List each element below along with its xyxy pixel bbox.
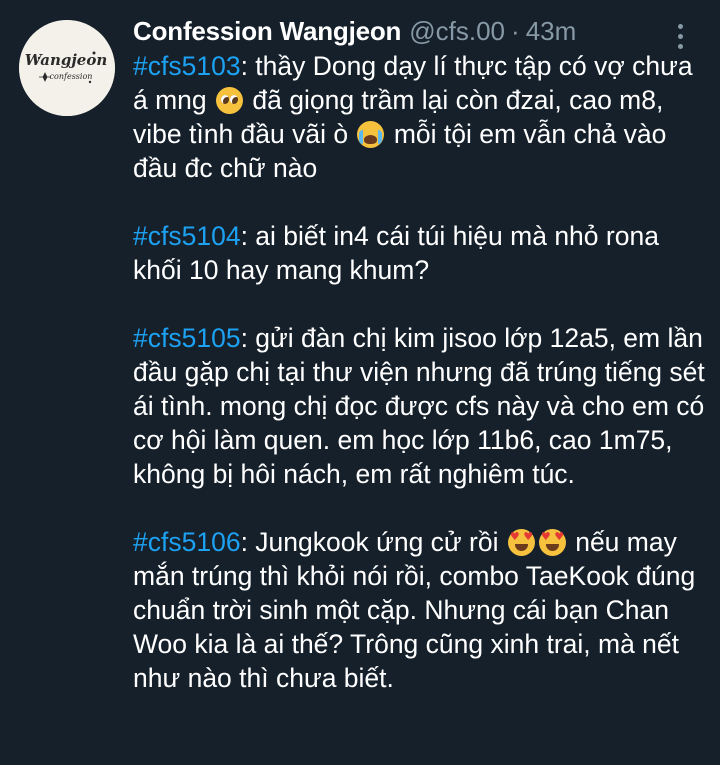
handle[interactable]: @cfs.00	[409, 16, 505, 47]
loudly-crying-face-icon	[357, 121, 385, 148]
more-vertical-icon[interactable]	[670, 20, 690, 52]
display-name[interactable]: Confession Wangjeon	[133, 16, 401, 47]
wangjeon-logo-icon: Wangjeon confession	[19, 20, 115, 116]
confession-cfs5105: #cfs5105: gửi đàn chị kim jisoo lớp 12a5…	[133, 321, 708, 491]
more-dot	[677, 33, 683, 39]
confession-cfs5103: #cfs5103: thầy Dong dạy lí thực tập có v…	[133, 49, 708, 185]
confession-cfs5104: #cfs5104: ai biết in4 cái túi hiệu mà nh…	[133, 219, 708, 287]
hashtag-link[interactable]: #cfs5105	[133, 323, 241, 353]
more-dot	[677, 23, 683, 29]
tweet-body: #cfs5103: thầy Dong dạy lí thực tập có v…	[133, 49, 708, 729]
pleading-face-icon	[216, 87, 244, 114]
heart-eyes-face-icon	[538, 529, 566, 556]
tweet[interactable]: Wangjeon confession Confession Wangjeon …	[0, 0, 720, 765]
confession-text: : Jungkook ứng cử rồi	[240, 527, 506, 557]
heart-eyes-face-icon	[507, 529, 535, 556]
avatar[interactable]: Wangjeon confession	[19, 20, 115, 116]
hashtag-link[interactable]: #cfs5106	[133, 527, 241, 557]
avatar-text-bottom: confession	[50, 72, 93, 81]
tweet-header: Confession Wangjeon @cfs.00 · 43m	[133, 16, 576, 52]
separator-dot: ·	[511, 16, 520, 46]
timestamp[interactable]: 43m	[526, 16, 577, 47]
hashtag-link[interactable]: #cfs5104	[133, 221, 241, 251]
hashtag-link[interactable]: #cfs5103	[133, 51, 241, 81]
confession-cfs5106: #cfs5106: Jungkook ứng cử rồi nếu may mắ…	[133, 525, 708, 695]
more-dot	[677, 43, 683, 49]
